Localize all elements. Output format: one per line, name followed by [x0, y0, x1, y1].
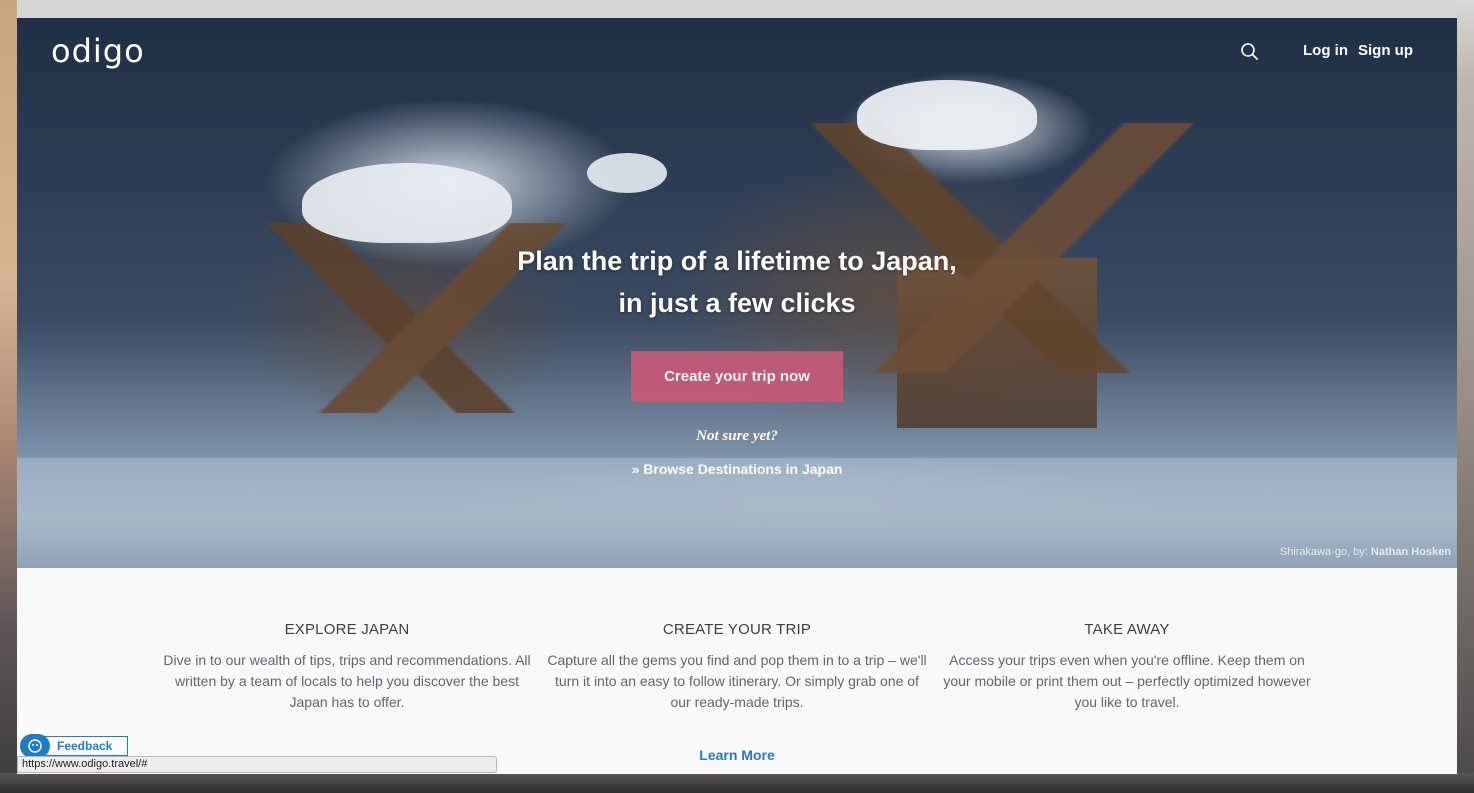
status-bar-url: https://www.odigo.travel/#	[17, 756, 497, 773]
feature-text: Capture all the gems you find and pop th…	[547, 652, 927, 710]
photo-credit-place: Shirakawa-go, by:	[1279, 546, 1368, 558]
desktop-background-left	[0, 0, 17, 793]
feature-create-trip: CREATE YOUR TRIP Capture all the gems yo…	[547, 621, 927, 713]
hero-title-line-2: in just a few clicks	[618, 288, 856, 318]
feature-text: Dive in to our wealth of tips, trips and…	[163, 652, 531, 710]
feature-take-away: TAKE AWAY Access your trips even when yo…	[937, 621, 1317, 713]
feature-explore-japan: EXPLORE JAPAN Dive in to our wealth of t…	[157, 621, 537, 713]
browser-top-bar	[17, 0, 1457, 18]
hero-snow-cap-middle	[587, 153, 667, 193]
browse-destinations-link[interactable]: » Browse Destinations in Japan	[607, 461, 867, 477]
photo-credit: Shirakawa-go, by: Nathan Hosken	[1280, 546, 1451, 558]
search-icon[interactable]	[1240, 42, 1260, 62]
hero-title: Plan the trip of a lifetime to Japan, in…	[437, 240, 1037, 324]
browser-viewport: odigo Log in Sign up Plan the trip of a …	[17, 18, 1457, 774]
feature-title: CREATE YOUR TRIP	[662, 621, 812, 638]
feature-title: TAKE AWAY	[1084, 621, 1170, 638]
feature-text: Access your trips even when you're offli…	[943, 652, 1311, 710]
not-sure-text: Not sure yet?	[696, 428, 778, 444]
feedback-chat-icon[interactable]	[20, 734, 50, 758]
photo-credit-author: Nathan Hosken	[1370, 546, 1451, 558]
learn-more-link[interactable]: Learn More	[657, 747, 817, 763]
desktop-background-bottom	[0, 773, 1474, 793]
hero-title-line-1: Plan the trip of a lifetime to Japan,	[517, 246, 957, 276]
desktop-background-right	[1457, 0, 1474, 793]
hero-section: odigo Log in Sign up Plan the trip of a …	[17, 18, 1457, 568]
feature-title: EXPLORE JAPAN	[284, 621, 410, 638]
feedback-label[interactable]: Feedback	[42, 736, 128, 756]
features-section: EXPLORE JAPAN Dive in to our wealth of t…	[17, 568, 1457, 774]
login-link[interactable]: Log in	[1303, 42, 1348, 59]
signup-link[interactable]: Sign up	[1358, 42, 1413, 59]
create-trip-button[interactable]: Create your trip now	[631, 351, 843, 402]
site-logo[interactable]: odigo	[51, 32, 145, 70]
hero-snow-cap-right	[857, 80, 1037, 150]
feedback-widget[interactable]: Feedback	[20, 734, 130, 758]
hero-snow-cap-left	[302, 163, 512, 243]
